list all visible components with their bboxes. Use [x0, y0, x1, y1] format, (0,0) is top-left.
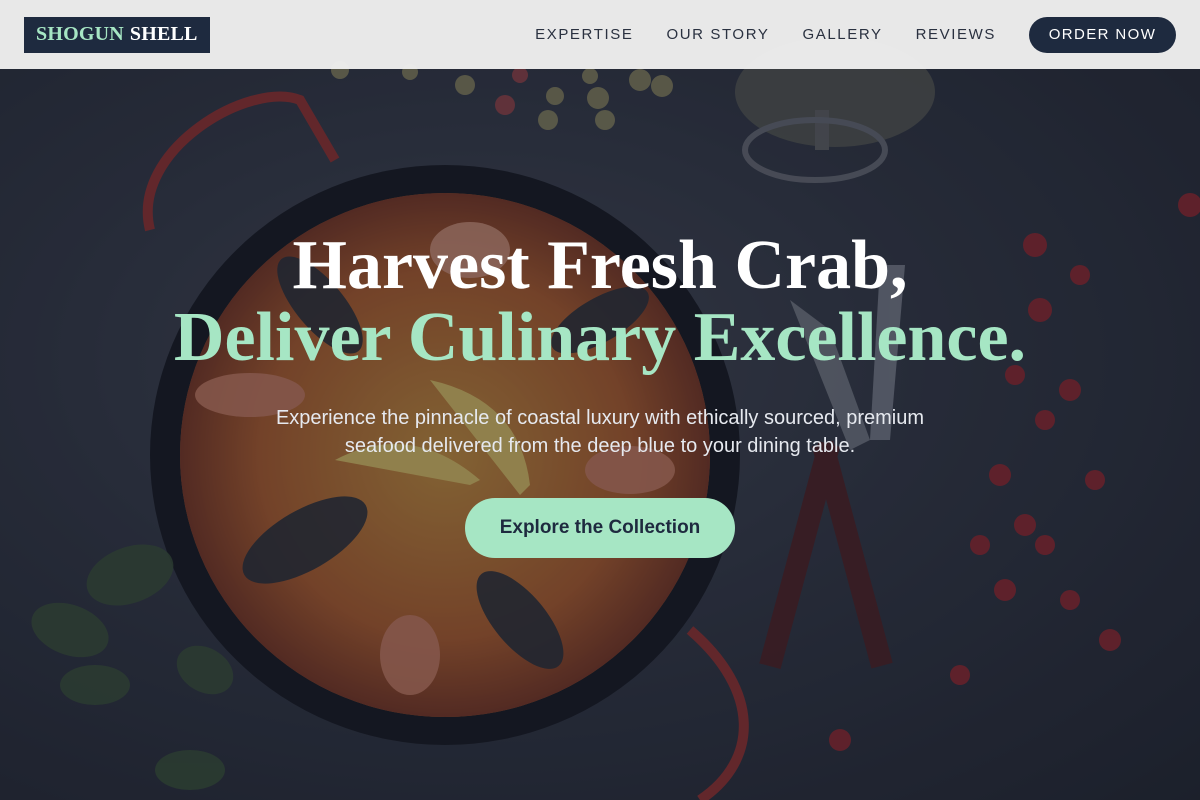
nav-link-gallery[interactable]: GALLERY — [802, 26, 882, 43]
hero-headline-line1: Harvest Fresh Crab, — [292, 227, 908, 304]
nav-links: EXPERTISE OUR STORY GALLERY REVIEWS ORDE… — [535, 16, 1176, 53]
explore-collection-button[interactable]: Explore the Collection — [465, 498, 735, 558]
hero-headline: Harvest Fresh Crab, Deliver Culinary Exc… — [0, 230, 1200, 374]
brand-logo[interactable]: SHOGUN SHELL — [24, 16, 210, 53]
nav-link-our-story[interactable]: OUR STORY — [666, 26, 769, 43]
nav-link-expertise[interactable]: EXPERTISE — [535, 26, 633, 43]
hero-subtitle: Experience the pinnacle of coastal luxur… — [275, 407, 925, 457]
brand-name-part2: SHELL — [129, 23, 198, 45]
nav-link-reviews[interactable]: REVIEWS — [916, 26, 996, 43]
order-now-button[interactable]: ORDER NOW — [1029, 16, 1176, 53]
brand-name-part1: SHOGUN — [36, 23, 124, 45]
hero-content: Harvest Fresh Crab, Deliver Culinary Exc… — [0, 230, 1200, 558]
hero-headline-line2: Deliver Culinary Excellence. — [173, 299, 1027, 376]
top-navbar: SHOGUN SHELL EXPERTISE OUR STORY GALLERY… — [0, 0, 1200, 69]
